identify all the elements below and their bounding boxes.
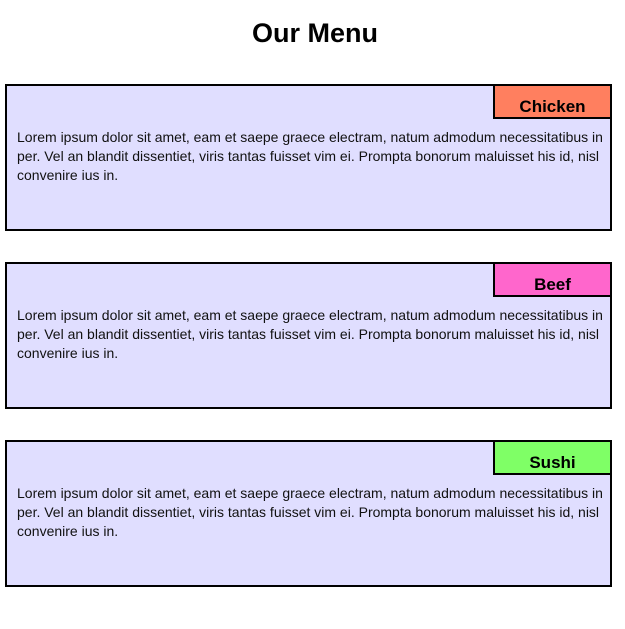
menu-tag-sushi: Sushi bbox=[493, 440, 612, 475]
menu-description-chicken: Lorem ipsum dolor sit amet, eam et saepe… bbox=[17, 129, 603, 183]
menu-description-beef: Lorem ipsum dolor sit amet, eam et saepe… bbox=[17, 307, 603, 361]
page-title: Our Menu bbox=[252, 18, 378, 48]
menu-card-sushi: Sushi Lorem ipsum dolor sit amet, eam et… bbox=[5, 440, 612, 587]
menu-tag-beef: Beef bbox=[493, 262, 612, 297]
menu-tag-chicken: Chicken bbox=[493, 84, 612, 119]
menu-card-beef: Beef Lorem ipsum dolor sit amet, eam et … bbox=[5, 262, 612, 409]
menu-description-sushi: Lorem ipsum dolor sit amet, eam et saepe… bbox=[17, 485, 603, 539]
menu-card-chicken: Chicken Lorem ipsum dolor sit amet, eam … bbox=[5, 84, 612, 231]
